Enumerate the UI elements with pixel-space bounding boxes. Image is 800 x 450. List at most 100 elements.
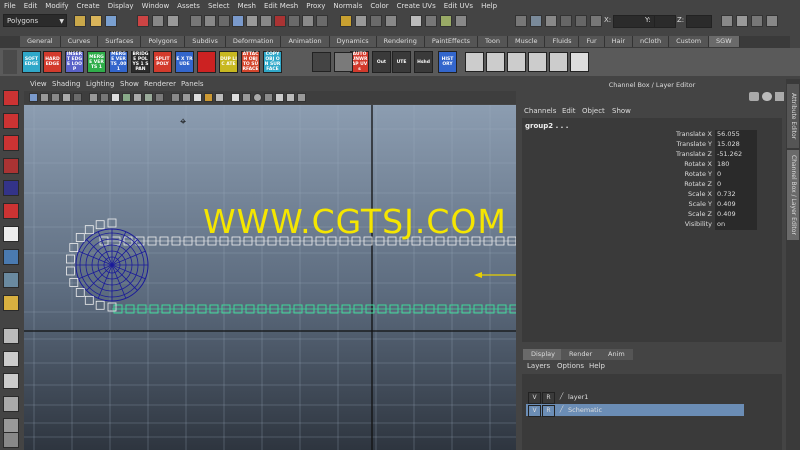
- select-handle-icon[interactable]: [204, 15, 216, 27]
- menu-mesh[interactable]: Mesh: [234, 2, 260, 10]
- attribute-value-field[interactable]: 0: [715, 180, 757, 190]
- channel-box-menu-object[interactable]: Object: [582, 107, 605, 115]
- select-camera-icon[interactable]: [29, 93, 38, 102]
- bookmarks-icon[interactable]: [51, 93, 60, 102]
- ipr-render-icon[interactable]: [440, 15, 452, 27]
- lasso-tool-icon[interactable]: [3, 113, 19, 129]
- grid-icon[interactable]: [100, 93, 109, 102]
- shelf-button[interactable]: BRIDGE POLYS 1 SPAN: [131, 51, 150, 73]
- menu-select[interactable]: Select: [204, 2, 234, 10]
- tab-subdivs[interactable]: Subdivs: [185, 36, 226, 47]
- render-settings-icon[interactable]: [455, 15, 467, 27]
- shelf-button[interactable]: SPLIT POLY: [153, 51, 172, 73]
- attribute-name[interactable]: Rotate Z: [524, 180, 712, 190]
- depth-of-field-icon[interactable]: [286, 93, 295, 102]
- menu-set-dropdown[interactable]: Polygons ▼: [3, 14, 67, 27]
- custom-tool-icon[interactable]: [3, 295, 19, 311]
- motion-blur-icon[interactable]: [264, 93, 273, 102]
- safe-title-icon[interactable]: [171, 93, 180, 102]
- tab-fluids[interactable]: Fluids: [545, 36, 580, 47]
- absolute-transform-icon[interactable]: [545, 15, 557, 27]
- attribute-name[interactable]: Visibility: [524, 220, 712, 230]
- torus-gear-icon[interactable]: [312, 52, 331, 72]
- history-icon[interactable]: [410, 15, 422, 27]
- input-line-icon[interactable]: [515, 15, 527, 27]
- attribute-value-field[interactable]: 0.732: [715, 190, 757, 200]
- four-pane-layout-icon[interactable]: [3, 351, 19, 367]
- shelf-button[interactable]: HIST ORY: [438, 51, 457, 73]
- layer-menu-layers[interactable]: Layers: [527, 362, 550, 370]
- attribute-value-field[interactable]: 180: [715, 160, 757, 170]
- z-field[interactable]: [686, 15, 712, 28]
- shelf-button[interactable]: DUP LIC ATE: [219, 51, 238, 73]
- layer-visibility-toggle[interactable]: V: [528, 405, 541, 417]
- attribute-name[interactable]: Translate X: [524, 130, 712, 140]
- menu-display[interactable]: Display: [104, 2, 138, 10]
- select-curve-icon[interactable]: [232, 15, 244, 27]
- pivot-icon[interactable]: [334, 52, 353, 72]
- tab-hair[interactable]: Hair: [604, 36, 634, 47]
- shelf-button[interactable]: E X TRUDE: [175, 51, 194, 73]
- layer-reference-toggle[interactable]: R: [542, 392, 555, 404]
- viewport-menu-panels[interactable]: Panels: [181, 80, 204, 88]
- channel-box-help-icon[interactable]: [762, 92, 772, 101]
- snap-curve-icon[interactable]: [355, 15, 367, 27]
- gate-mask-icon[interactable]: [133, 93, 142, 102]
- select-misc-icon[interactable]: [302, 15, 314, 27]
- attribute-value-field[interactable]: 0.409: [715, 210, 757, 220]
- scale-tool-icon[interactable]: [3, 203, 19, 219]
- tab-general[interactable]: General: [20, 36, 61, 47]
- tab-channel-box-layer-editor[interactable]: Channel Box / Layer Editor: [787, 150, 799, 240]
- attribute-name[interactable]: Rotate Y: [524, 170, 712, 180]
- viewport-menu-view[interactable]: View: [30, 80, 47, 88]
- layer-reference-toggle[interactable]: R: [542, 405, 555, 417]
- grease-pencil-icon[interactable]: [89, 93, 98, 102]
- tab-muscle[interactable]: Muscle: [507, 36, 546, 47]
- shelf-button[interactable]: [197, 51, 216, 73]
- tab-display[interactable]: Display: [523, 349, 563, 360]
- shelf-button[interactable]: Hshd: [414, 51, 433, 73]
- tab-animation[interactable]: Animation: [281, 36, 330, 47]
- shelf-button[interactable]: SOFT EDGE: [22, 51, 41, 73]
- isolate-select-icon[interactable]: [297, 93, 306, 102]
- shelf-menu-icon[interactable]: [3, 50, 17, 74]
- rotate-tool-icon[interactable]: [3, 180, 19, 196]
- select-deform-icon[interactable]: [260, 15, 272, 27]
- attribute-name[interactable]: Scale X: [524, 190, 712, 200]
- tab-attribute-editor[interactable]: Attribute Editor: [787, 84, 799, 148]
- use-all-lights-icon[interactable]: [231, 93, 240, 102]
- viewport-menu-lighting[interactable]: Lighting: [86, 80, 114, 88]
- shelf-button[interactable]: MERGE VERTS 1: [87, 51, 106, 73]
- menu-proxy[interactable]: Proxy: [302, 2, 329, 10]
- channel-box-menu-edit[interactable]: Edit: [562, 107, 576, 115]
- soft-mod-tool-icon[interactable]: [3, 249, 19, 265]
- layer-menu-help[interactable]: Help: [589, 362, 605, 370]
- menu-edit[interactable]: Edit: [20, 2, 42, 10]
- attribute-value-field[interactable]: 15.028: [715, 140, 757, 150]
- render-icon[interactable]: [425, 15, 437, 27]
- resolution-gate-icon[interactable]: [122, 93, 131, 102]
- viewport-menu-show[interactable]: Show: [120, 80, 139, 88]
- gear-snap-icon[interactable]: [549, 52, 568, 72]
- lock-selection-icon[interactable]: [316, 15, 328, 27]
- tab-custom[interactable]: Custom: [669, 36, 710, 47]
- select-hierarchy-icon[interactable]: [137, 15, 149, 27]
- tab-deformation[interactable]: Deformation: [225, 36, 282, 47]
- tab-surfaces[interactable]: Surfaces: [98, 36, 142, 47]
- menu-modify[interactable]: Modify: [41, 2, 72, 10]
- select-by-name-icon[interactable]: [575, 15, 587, 27]
- tab-rendering[interactable]: Rendering: [376, 36, 425, 47]
- safe-action-icon[interactable]: [155, 93, 164, 102]
- attribute-value-field[interactable]: -51.262: [715, 150, 757, 160]
- snap-grid-icon[interactable]: [340, 15, 352, 27]
- menu-window[interactable]: Window: [138, 2, 174, 10]
- tab-ncloth[interactable]: nCloth: [633, 36, 670, 47]
- menu-edit-uvs[interactable]: Edit UVs: [440, 2, 477, 10]
- attribute-name[interactable]: Scale Y: [524, 200, 712, 210]
- new-scene-icon[interactable]: [74, 15, 86, 27]
- crosshair-icon[interactable]: [528, 52, 547, 72]
- smooth-shade-icon[interactable]: [193, 93, 202, 102]
- menu-edit-mesh[interactable]: Edit Mesh: [260, 2, 302, 10]
- select-component-icon[interactable]: [167, 15, 179, 27]
- snap-point-icon[interactable]: [370, 15, 382, 27]
